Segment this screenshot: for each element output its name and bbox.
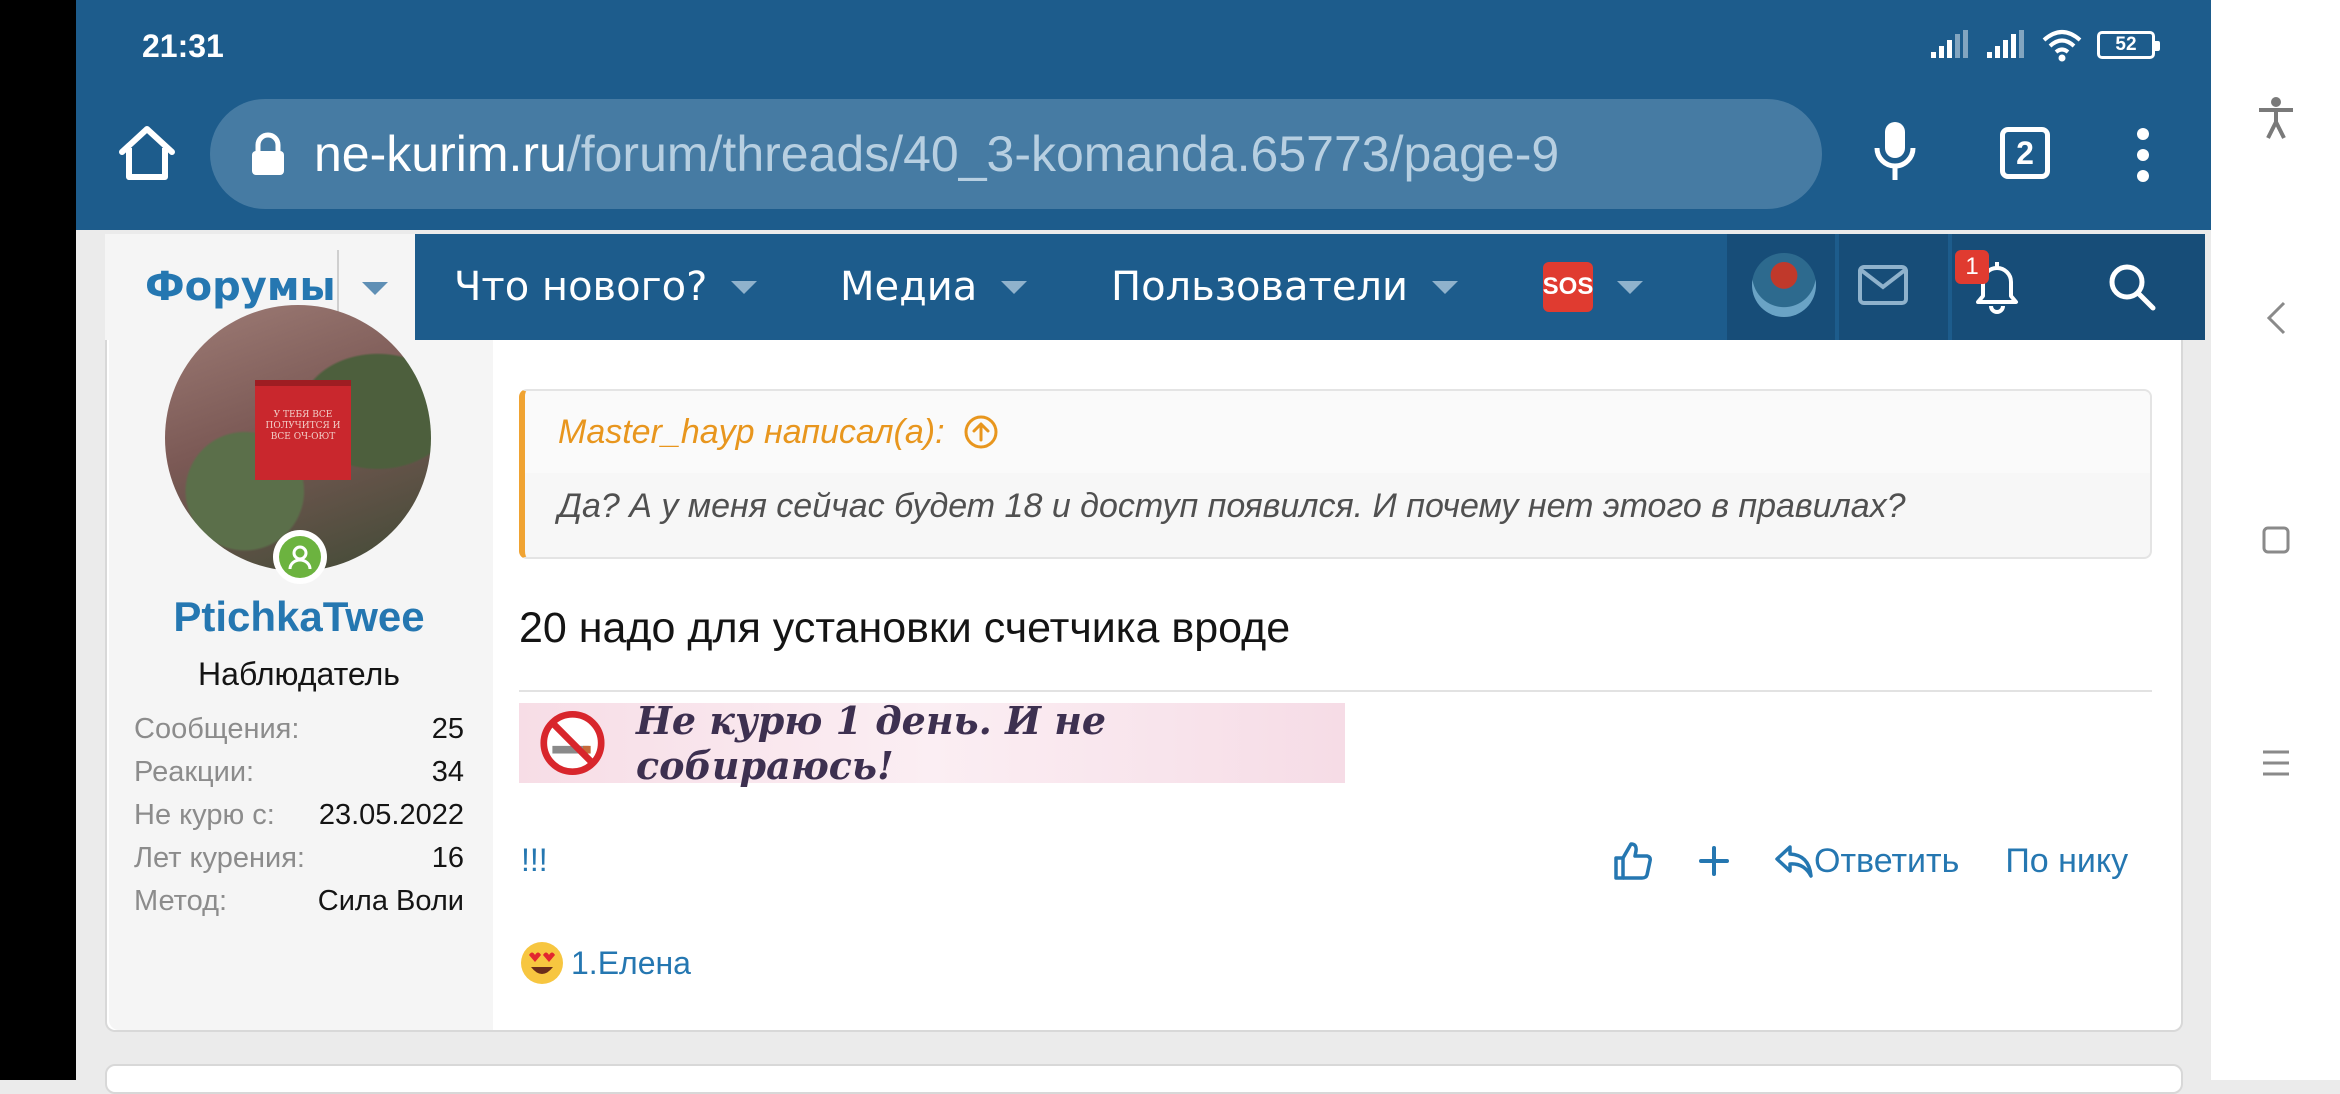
- accessibility-icon: [2258, 97, 2293, 139]
- notification-badge: 1: [1955, 250, 1989, 284]
- chevron-down-icon[interactable]: [1617, 280, 1643, 294]
- signature-banner: Не курю 1 день. И не собираюсь!: [519, 698, 1345, 788]
- stat-key: Метод:: [134, 885, 228, 917]
- stat-row: Не курю с: 23.05.2022: [134, 794, 464, 837]
- post-message: 20 надо для установки счетчика вроде: [519, 604, 1291, 652]
- signature-divider: [519, 690, 2152, 692]
- search-icon[interactable]: [2107, 262, 2157, 312]
- url-domain: ne-kurim.ru: [314, 126, 567, 182]
- tab-users-label: Пользователи: [1111, 264, 1408, 310]
- quote-header[interactable]: Master_hayp написал(а):: [525, 391, 2150, 473]
- online-status-badge: [273, 530, 327, 584]
- mic-icon[interactable]: [1874, 120, 1916, 184]
- no-smoking-icon: [540, 710, 605, 776]
- browser-chrome: 21:31 52 ne-kurim.ru/forum/threads/40_3-…: [76, 0, 2211, 230]
- back-icon: [2266, 301, 2285, 335]
- stat-key: Сообщения:: [134, 713, 300, 745]
- status-icons: 52: [1929, 28, 2160, 62]
- user-stats: Сообщения: 25 Реакции: 34 Не курю с: 23.05.…: [134, 708, 464, 923]
- chevron-down-icon[interactable]: [731, 280, 758, 294]
- back-button[interactable]: [2211, 300, 2340, 336]
- lock-icon: [252, 132, 284, 175]
- signal-icon: [1931, 30, 1968, 58]
- divider: [1948, 234, 1952, 340]
- username[interactable]: PtichkaTwee: [107, 593, 491, 641]
- forum-navbar: Форумы Что нового? Медиа Пользователи SO…: [105, 234, 2205, 340]
- url-path: /forum/threads/40_3-komanda.65773/page-9: [566, 126, 1560, 182]
- user-title: Наблюдатель: [198, 656, 400, 692]
- like-icon[interactable]: [1612, 840, 1654, 882]
- tab-forums-label: Форумы: [145, 264, 336, 310]
- reply-icon: [1775, 845, 1813, 878]
- chevron-down-icon[interactable]: [362, 282, 388, 295]
- avatar-caption: У ТЕБЯ ВСЕ ПОЛУЧИТСЯ И ВСЕ ОЧ-ОЮТ: [265, 410, 341, 442]
- signature-banner-text: Не курю 1 день. И не собираюсь!: [635, 698, 1107, 788]
- stat-value: Сила Воли: [317, 885, 464, 917]
- by-nick-label: По нику: [2005, 841, 2129, 880]
- url-bar[interactable]: ne-kurim.ru/forum/threads/40_3-komanda.6…: [210, 99, 1822, 209]
- stat-value: 34: [431, 756, 464, 788]
- stat-key: Лет курения:: [134, 842, 305, 874]
- stat-row: Лет курения: 16: [134, 837, 464, 880]
- chevron-down-icon[interactable]: [1001, 280, 1028, 294]
- tab-switcher-button[interactable]: 2: [2000, 127, 2050, 179]
- avatar[interactable]: [1752, 253, 1816, 317]
- menu-dots-icon[interactable]: [2133, 127, 2153, 183]
- post-extra-link[interactable]: !!!: [521, 842, 548, 879]
- stat-row: Метод: Сила Воли: [134, 880, 464, 923]
- accessibility-button[interactable]: [2211, 96, 2340, 140]
- user-icon: [288, 545, 312, 570]
- next-post: [105, 1064, 2183, 1094]
- stat-value: 23.05.2022: [318, 799, 464, 831]
- battery-indicator: 52: [2097, 31, 2160, 59]
- left-system-edge: [0, 0, 76, 1080]
- tab-media-label: Медиа: [840, 264, 978, 310]
- menu-button[interactable]: [2211, 748, 2340, 778]
- tab-whats-new-label: Что нового?: [454, 264, 708, 310]
- arrow-up-circle-icon[interactable]: [963, 414, 999, 450]
- chevron-down-icon[interactable]: [1432, 280, 1458, 294]
- reactions-bar[interactable]: 1.Елена: [519, 940, 691, 986]
- signal-icon-2: [1987, 30, 2024, 58]
- stat-value: 25: [431, 713, 464, 745]
- quote-author[interactable]: Master_hayp написал(а):: [558, 413, 945, 452]
- status-time: 21:31: [142, 28, 224, 64]
- menu-icon: [2262, 750, 2289, 776]
- stat-row: Реакции: 34: [134, 751, 464, 794]
- divider: [1835, 234, 1839, 340]
- stat-value: 16: [431, 842, 464, 874]
- tab-media[interactable]: Медиа: [840, 234, 1028, 340]
- quote-text: Да? А у меня сейчас будет 18 и доступ по…: [558, 487, 1906, 525]
- sos-icon: SOS: [1543, 262, 1593, 312]
- stat-key: Реакции:: [134, 756, 255, 788]
- quote-block: Master_hayp написал(а): Да? А у меня сей…: [519, 389, 2152, 559]
- recents-button[interactable]: [2211, 525, 2340, 555]
- tab-users[interactable]: Пользователи: [1111, 234, 1458, 340]
- by-nick-button[interactable]: По нику: [2005, 842, 2128, 881]
- heart-eyes-emoji: [521, 942, 563, 984]
- post-actions: Ответить По нику: [1612, 836, 2128, 886]
- url-text[interactable]: ne-kurim.ru/forum/threads/40_3-komanda.6…: [314, 125, 1559, 183]
- reaction-users[interactable]: 1.Елена: [571, 945, 691, 982]
- plus-icon[interactable]: [1698, 845, 1730, 877]
- stat-key: Не курю с:: [134, 799, 275, 831]
- stat-row: Сообщения: 25: [134, 708, 464, 751]
- wifi-icon: [2042, 30, 2082, 62]
- system-nav-bar: [2211, 0, 2340, 1080]
- reply-label: Ответить: [1814, 841, 1960, 880]
- avatar-mailbox: У ТЕБЯ ВСЕ ПОЛУЧИТСЯ И ВСЕ ОЧ-ОЮТ: [255, 380, 351, 480]
- reply-button[interactable]: Ответить: [1774, 842, 1959, 881]
- mail-icon[interactable]: [1857, 264, 1909, 306]
- recents-icon: [2262, 526, 2289, 554]
- tab-whats-new[interactable]: Что нового?: [454, 234, 758, 340]
- home-icon[interactable]: [116, 122, 178, 184]
- tab-sos[interactable]: SOS: [1543, 234, 1643, 340]
